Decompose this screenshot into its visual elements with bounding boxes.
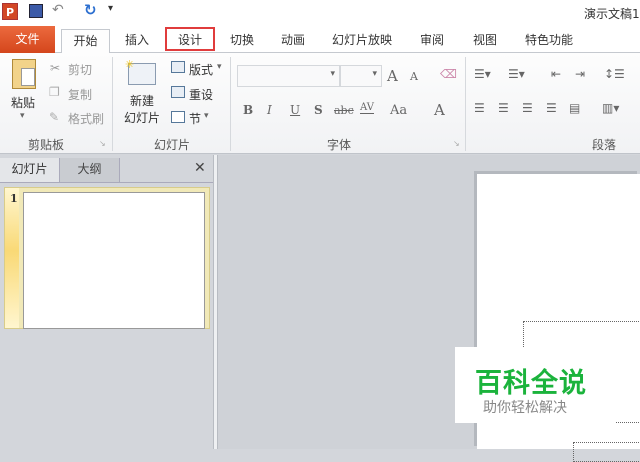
- underline-button[interactable]: U: [290, 103, 300, 117]
- powerpoint-logo-icon: P: [2, 3, 18, 20]
- section-dropdown-icon[interactable]: ▾: [204, 111, 209, 121]
- redo-icon[interactable]: ↻: [84, 1, 97, 19]
- tab-view[interactable]: 视图: [465, 29, 505, 53]
- bold-button[interactable]: B: [243, 103, 253, 117]
- watermark-subtitle: 助你轻松解决: [483, 400, 567, 416]
- font-name-select[interactable]: ▾: [237, 65, 340, 87]
- title-bar: P ↶ ↻ ▾ 演示文稿1: [0, 0, 640, 25]
- slide-thumbnail-selected[interactable]: 1: [4, 187, 210, 329]
- reset-button[interactable]: 重设: [189, 86, 213, 103]
- align-right-icon[interactable]: ☰: [522, 101, 533, 115]
- italic-button[interactable]: I: [267, 103, 272, 117]
- tab-file[interactable]: 文件: [0, 26, 55, 53]
- window-title: 演示文稿1: [584, 7, 640, 21]
- new-slide-button[interactable]: 新建 幻灯片: [119, 93, 165, 127]
- tab-review[interactable]: 审阅: [412, 29, 452, 53]
- slide-number: 1: [10, 192, 18, 205]
- undo-icon[interactable]: ↶: [52, 2, 64, 18]
- reset-icon: [171, 86, 185, 98]
- align-center-icon[interactable]: ☰: [498, 101, 509, 115]
- close-pane-button[interactable]: ✕: [194, 160, 206, 176]
- copy-button[interactable]: 复制: [68, 86, 92, 103]
- char-spacing-button[interactable]: AV: [360, 102, 374, 114]
- grow-font-button[interactable]: A: [387, 67, 398, 85]
- watermark-title: 百科全说: [475, 368, 587, 399]
- ribbon: 粘贴 ▾ ✂ 剪切 ❐ 复制 ✎ 格式刷 剪贴板 ↘ ✳ 新建 幻灯片 版式 ▾…: [0, 53, 640, 154]
- tab-slideshow[interactable]: 幻灯片放映: [326, 29, 398, 53]
- decrease-indent-icon[interactable]: ⇤: [551, 67, 561, 81]
- paste-button[interactable]: 粘贴: [11, 94, 35, 111]
- new-slide-label-1: 新建: [129, 94, 154, 108]
- layout-icon: [171, 61, 185, 73]
- increase-indent-icon[interactable]: ⇥: [575, 67, 585, 81]
- dialog-launcher-icon[interactable]: ↘: [99, 139, 106, 148]
- slides-group-label: 幻灯片: [154, 138, 191, 152]
- paste-dropdown-icon[interactable]: ▾: [20, 111, 25, 121]
- shrink-font-button[interactable]: A: [410, 70, 418, 83]
- scissors-icon: ✂: [50, 61, 61, 75]
- section-icon: [171, 111, 185, 123]
- format-painter-button[interactable]: 格式刷: [68, 110, 104, 127]
- font-group-label: 字体: [327, 138, 352, 152]
- tab-transitions[interactable]: 切换: [220, 29, 264, 53]
- tab-insert[interactable]: 插入: [114, 29, 160, 53]
- clear-format-icon[interactable]: ⌫: [440, 67, 457, 81]
- layout-button[interactable]: 版式: [189, 61, 213, 78]
- justify-icon[interactable]: ☰: [546, 101, 557, 115]
- layout-dropdown-icon[interactable]: ▾: [217, 62, 222, 72]
- customize-quick-access-icon[interactable]: ▾: [108, 3, 113, 14]
- save-icon[interactable]: [29, 4, 43, 18]
- clipboard-group-label: 剪贴板: [28, 138, 65, 152]
- distribute-icon[interactable]: ▤: [569, 101, 580, 115]
- font-size-select[interactable]: ▾: [340, 65, 382, 87]
- strikethrough-button[interactable]: abc: [334, 104, 354, 117]
- bullets-icon[interactable]: ☰▾: [474, 67, 491, 81]
- paragraph-group-label: 段落: [592, 138, 617, 152]
- new-slide-label-2: 幻灯片: [123, 111, 160, 125]
- shadow-button[interactable]: S: [314, 103, 323, 117]
- cut-button[interactable]: 剪切: [68, 61, 92, 78]
- tab-features[interactable]: 特色功能: [518, 29, 580, 53]
- ribbon-tabs: 文件 开始 插入 设计 切换 动画 幻灯片放映 审阅 视图 特色功能: [0, 25, 640, 54]
- subtitle-placeholder[interactable]: [573, 442, 640, 462]
- tab-outline[interactable]: 大纲: [60, 158, 120, 182]
- font-color-button[interactable]: A: [434, 101, 445, 119]
- slides-pane: 幻灯片 大纲 ✕ 1: [0, 155, 213, 449]
- numbering-icon[interactable]: ☰▾: [508, 67, 525, 81]
- tab-design[interactable]: 设计: [165, 27, 215, 51]
- brush-icon: ✎: [49, 110, 60, 124]
- change-case-button[interactable]: Aa: [390, 103, 407, 118]
- font-dialog-launcher-icon[interactable]: ↘: [453, 139, 460, 148]
- new-slide-icon: ✳: [125, 58, 156, 85]
- watermark: 百科全说 助你轻松解决: [455, 347, 615, 423]
- line-spacing-icon[interactable]: ↕☰: [604, 67, 625, 81]
- section-button[interactable]: 节: [189, 110, 201, 127]
- tab-animations[interactable]: 动画: [270, 29, 316, 53]
- tab-slides[interactable]: 幻灯片: [0, 158, 60, 182]
- slide-thumbnail[interactable]: [23, 192, 205, 329]
- tab-home[interactable]: 开始: [61, 29, 110, 54]
- copy-icon: ❐: [49, 85, 60, 99]
- align-left-icon[interactable]: ☰: [474, 101, 485, 115]
- columns-icon[interactable]: ▥▾: [602, 101, 619, 115]
- paste-icon: [12, 59, 36, 89]
